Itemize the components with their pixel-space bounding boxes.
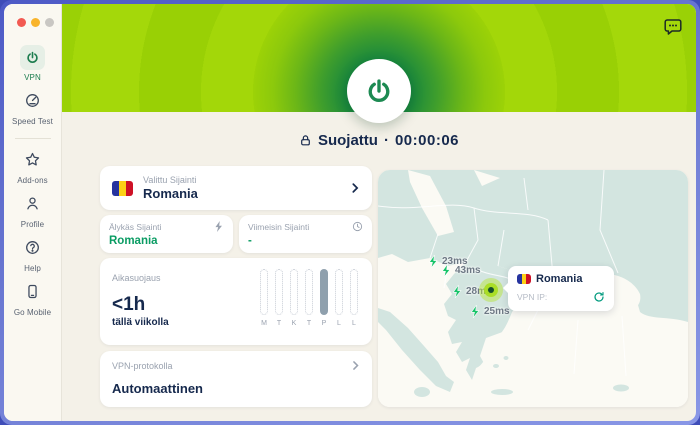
map-panel: 23ms 43ms 28ms 25ms Romania [378,170,688,407]
day-label: T [275,320,283,327]
protocol-value: Automaattinen [112,381,360,396]
day-bar [305,269,313,315]
status-label: Suojattu [318,132,378,149]
smart-location-label: Älykäs Sijainti [109,222,161,232]
day-label: T [305,320,313,327]
smart-location-value: Romania [109,235,224,247]
sidebar-item-label: Go Mobile [14,308,51,317]
day-bar [290,269,298,315]
settings-column: Valittu Sijainti Romania Älykäs Sijainti… [100,166,372,407]
refresh-ip-button[interactable] [593,291,605,303]
last-location-value: - [248,235,363,247]
lightning-icon [441,264,452,277]
day-label: L [350,320,358,327]
selected-location-value: Romania [143,186,340,201]
star-icon [24,151,41,173]
selected-location-label: Valittu Sijainti [143,175,340,185]
time-protection-subtitle: tällä viikolla [112,317,169,328]
selected-location-card[interactable]: Valittu Sijainti Romania [100,166,372,210]
romania-flag-icon [517,274,531,284]
minimize-window-button[interactable] [31,18,40,27]
lightning-icon [470,305,481,318]
day-bar [350,269,358,315]
chevron-right-icon [351,360,360,371]
lightning-icon [428,255,439,268]
vpn-app-window: VPN Speed Test Add-ons [4,4,696,421]
desktop-background: VPN Speed Test Add-ons [0,0,700,425]
sidebar-item-label: Profile [21,220,44,229]
day-bar [335,269,343,315]
chevron-right-icon [350,182,360,194]
lightning-icon [452,285,463,298]
day-label: L [335,320,343,327]
clock-icon [352,221,363,232]
sidebar: VPN Speed Test Add-ons [4,4,62,421]
day-bar-active [320,269,328,315]
weekday-labels: M T K T P L L [260,320,358,327]
weekly-usage-chart [260,269,358,315]
speedometer-icon [24,92,41,114]
person-icon [24,195,41,217]
sidebar-item-label: Add-ons [17,176,48,185]
time-protection-value: <1h [112,294,145,316]
sidebar-item-label: Speed Test [12,117,53,126]
session-timer: 00:00:06 [395,132,459,149]
sidebar-item-speed-test[interactable]: Speed Test [12,92,53,126]
connection-status: Suojattu · 00:00:06 [62,132,696,149]
power-icon [364,76,394,106]
protocol-label: VPN-protokolla [112,361,173,371]
day-label: P [320,320,328,327]
zoom-window-button[interactable] [45,18,54,27]
smart-connect-icon [214,221,224,232]
day-label: M [260,320,268,327]
sidebar-item-addons[interactable]: Add-ons [17,151,48,185]
question-icon [24,239,41,261]
sidebar-item-vpn[interactable]: VPN [20,45,45,82]
phone-icon [24,283,41,305]
chat-icon [663,17,683,37]
latency-ping: 43ms [441,264,481,277]
tooltip-ip-label: VPN IP: [517,292,547,302]
sidebar-item-go-mobile[interactable]: Go Mobile [14,283,51,317]
latency-value: 43ms [455,265,481,276]
location-info-row: Älykäs Sijainti Romania Viimeisin Sijain… [100,215,372,253]
status-separator: · [384,132,389,149]
time-protection-card: Aikasuojaus <1h tällä viikolla M T K T P… [100,258,372,345]
connect-power-button[interactable] [347,59,411,123]
romania-flag-icon [112,181,133,196]
last-location-label: Viimeisin Sijainti [248,222,309,232]
refresh-icon [593,291,605,303]
smart-location-card[interactable]: Älykäs Sijainti Romania [100,215,233,253]
lock-icon [299,133,312,148]
sidebar-divider [15,138,51,139]
sidebar-item-profile[interactable]: Profile [21,195,44,229]
day-bar [275,269,283,315]
latency-ping: 25ms [470,305,510,318]
sidebar-item-help[interactable]: Help [24,239,41,273]
latency-value: 25ms [484,306,510,317]
vpn-protocol-card[interactable]: VPN-protokolla Automaattinen [100,351,372,407]
day-label: K [290,320,298,327]
power-icon [20,45,45,70]
window-controls [4,4,54,35]
sidebar-item-label: VPN [24,73,41,82]
sidebar-item-label: Help [24,264,41,273]
day-bar [260,269,268,315]
close-window-button[interactable] [17,18,26,27]
location-tooltip: Romania VPN IP: [508,266,614,311]
time-protection-label: Aikasuojaus [112,273,161,283]
feedback-chat-button[interactable] [663,17,683,37]
connected-location-marker[interactable] [479,278,503,302]
last-location-card[interactable]: Viimeisin Sijainti - [239,215,372,253]
tooltip-country: Romania [536,273,582,285]
